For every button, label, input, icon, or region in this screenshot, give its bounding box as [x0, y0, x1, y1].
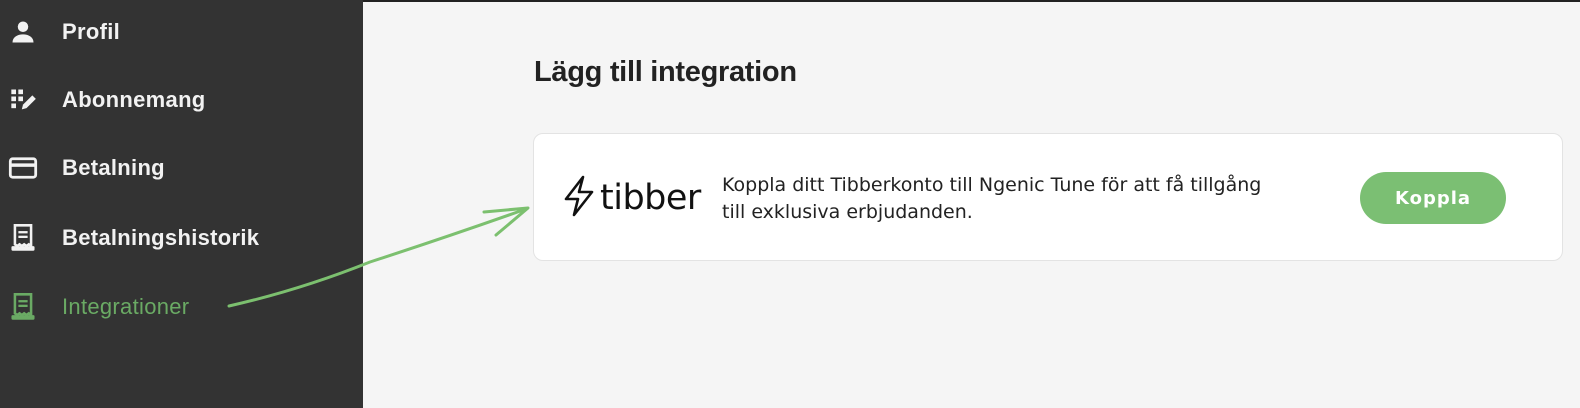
sidebar-item-label: Betalning — [62, 155, 165, 180]
integration-card: tibber Koppla ditt Tibberkonto till Ngen… — [533, 133, 1563, 261]
lightning-bolt-icon — [562, 175, 596, 222]
description-line: Koppla ditt Tibberkonto till Ngenic Tune… — [722, 174, 1262, 196]
sidebar-item-abonnemang[interactable]: Abonnemang — [0, 72, 363, 128]
tibber-logo: tibber — [562, 175, 701, 222]
sidebar-item-integrationer[interactable]: Integrationer — [0, 279, 363, 335]
sidebar-item-label: Betalningshistorik — [62, 225, 260, 250]
sidebar-item-profil[interactable]: Profil — [0, 4, 363, 60]
receipt-icon — [8, 223, 38, 253]
sidebar-item-label: Integrationer — [62, 294, 190, 319]
connect-button[interactable]: Koppla — [1360, 172, 1506, 224]
credit-card-icon — [8, 153, 38, 183]
grid-pencil-icon — [8, 85, 38, 115]
page-title: Lägg till integration — [534, 56, 797, 88]
tibber-wordmark: tibber — [600, 178, 701, 218]
main-content: Lägg till integration tibber Koppla ditt… — [363, 0, 1580, 408]
person-icon — [8, 17, 38, 47]
sidebar: Profil Abonnemang Betalning Betalningshi… — [0, 0, 363, 408]
sidebar-item-label: Profil — [62, 19, 121, 44]
sidebar-item-label: Abonnemang — [62, 87, 206, 112]
integration-description: Koppla ditt Tibberkonto till Ngenic Tune… — [722, 172, 1322, 226]
sidebar-item-betalning[interactable]: Betalning — [0, 140, 363, 196]
receipt-icon — [8, 292, 38, 322]
sidebar-item-betalningshistorik[interactable]: Betalningshistorik — [0, 210, 363, 266]
description-line: till exklusiva erbjudanden. — [722, 201, 973, 223]
